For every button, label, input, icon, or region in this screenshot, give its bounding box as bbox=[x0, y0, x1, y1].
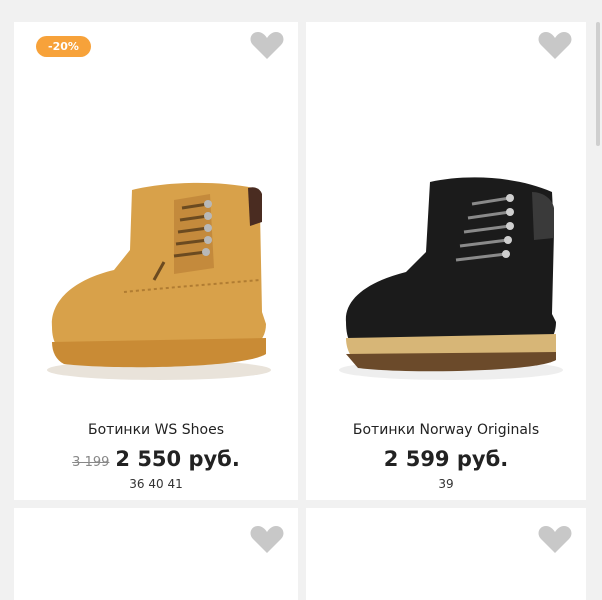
product-card[interactable]: Ботинки Norway Originals 2 599 руб. 39 bbox=[306, 22, 586, 500]
product-title[interactable]: Ботинки Norway Originals bbox=[306, 422, 586, 438]
discount-badge: -20% bbox=[36, 36, 91, 57]
available-sizes: 36 40 41 bbox=[129, 477, 183, 491]
black-boot-illustration bbox=[339, 177, 563, 380]
scrollbar[interactable] bbox=[596, 22, 600, 146]
price-row: 3 199 2 550 руб. bbox=[14, 447, 298, 471]
tan-boot-illustration bbox=[47, 182, 271, 380]
product-image[interactable] bbox=[306, 142, 586, 392]
heart-icon[interactable] bbox=[538, 30, 572, 60]
heart-icon[interactable] bbox=[538, 524, 572, 554]
current-price: 2 550 руб. bbox=[115, 447, 240, 471]
current-price: 2 599 руб. bbox=[383, 447, 509, 471]
product-card[interactable] bbox=[14, 508, 298, 600]
price-row: 2 599 руб. bbox=[306, 447, 586, 471]
product-image[interactable] bbox=[14, 142, 298, 392]
product-title[interactable]: Ботинки WS Shoes bbox=[14, 422, 298, 438]
product-card[interactable] bbox=[306, 508, 586, 600]
old-price: 3 199 bbox=[72, 455, 110, 470]
product-card[interactable]: -20% Ботинки WS Shoes 3 199 2 550 руб. 3… bbox=[14, 22, 298, 500]
heart-icon[interactable] bbox=[250, 524, 284, 554]
heart-icon[interactable] bbox=[250, 30, 284, 60]
available-sizes: 39 bbox=[438, 477, 454, 491]
